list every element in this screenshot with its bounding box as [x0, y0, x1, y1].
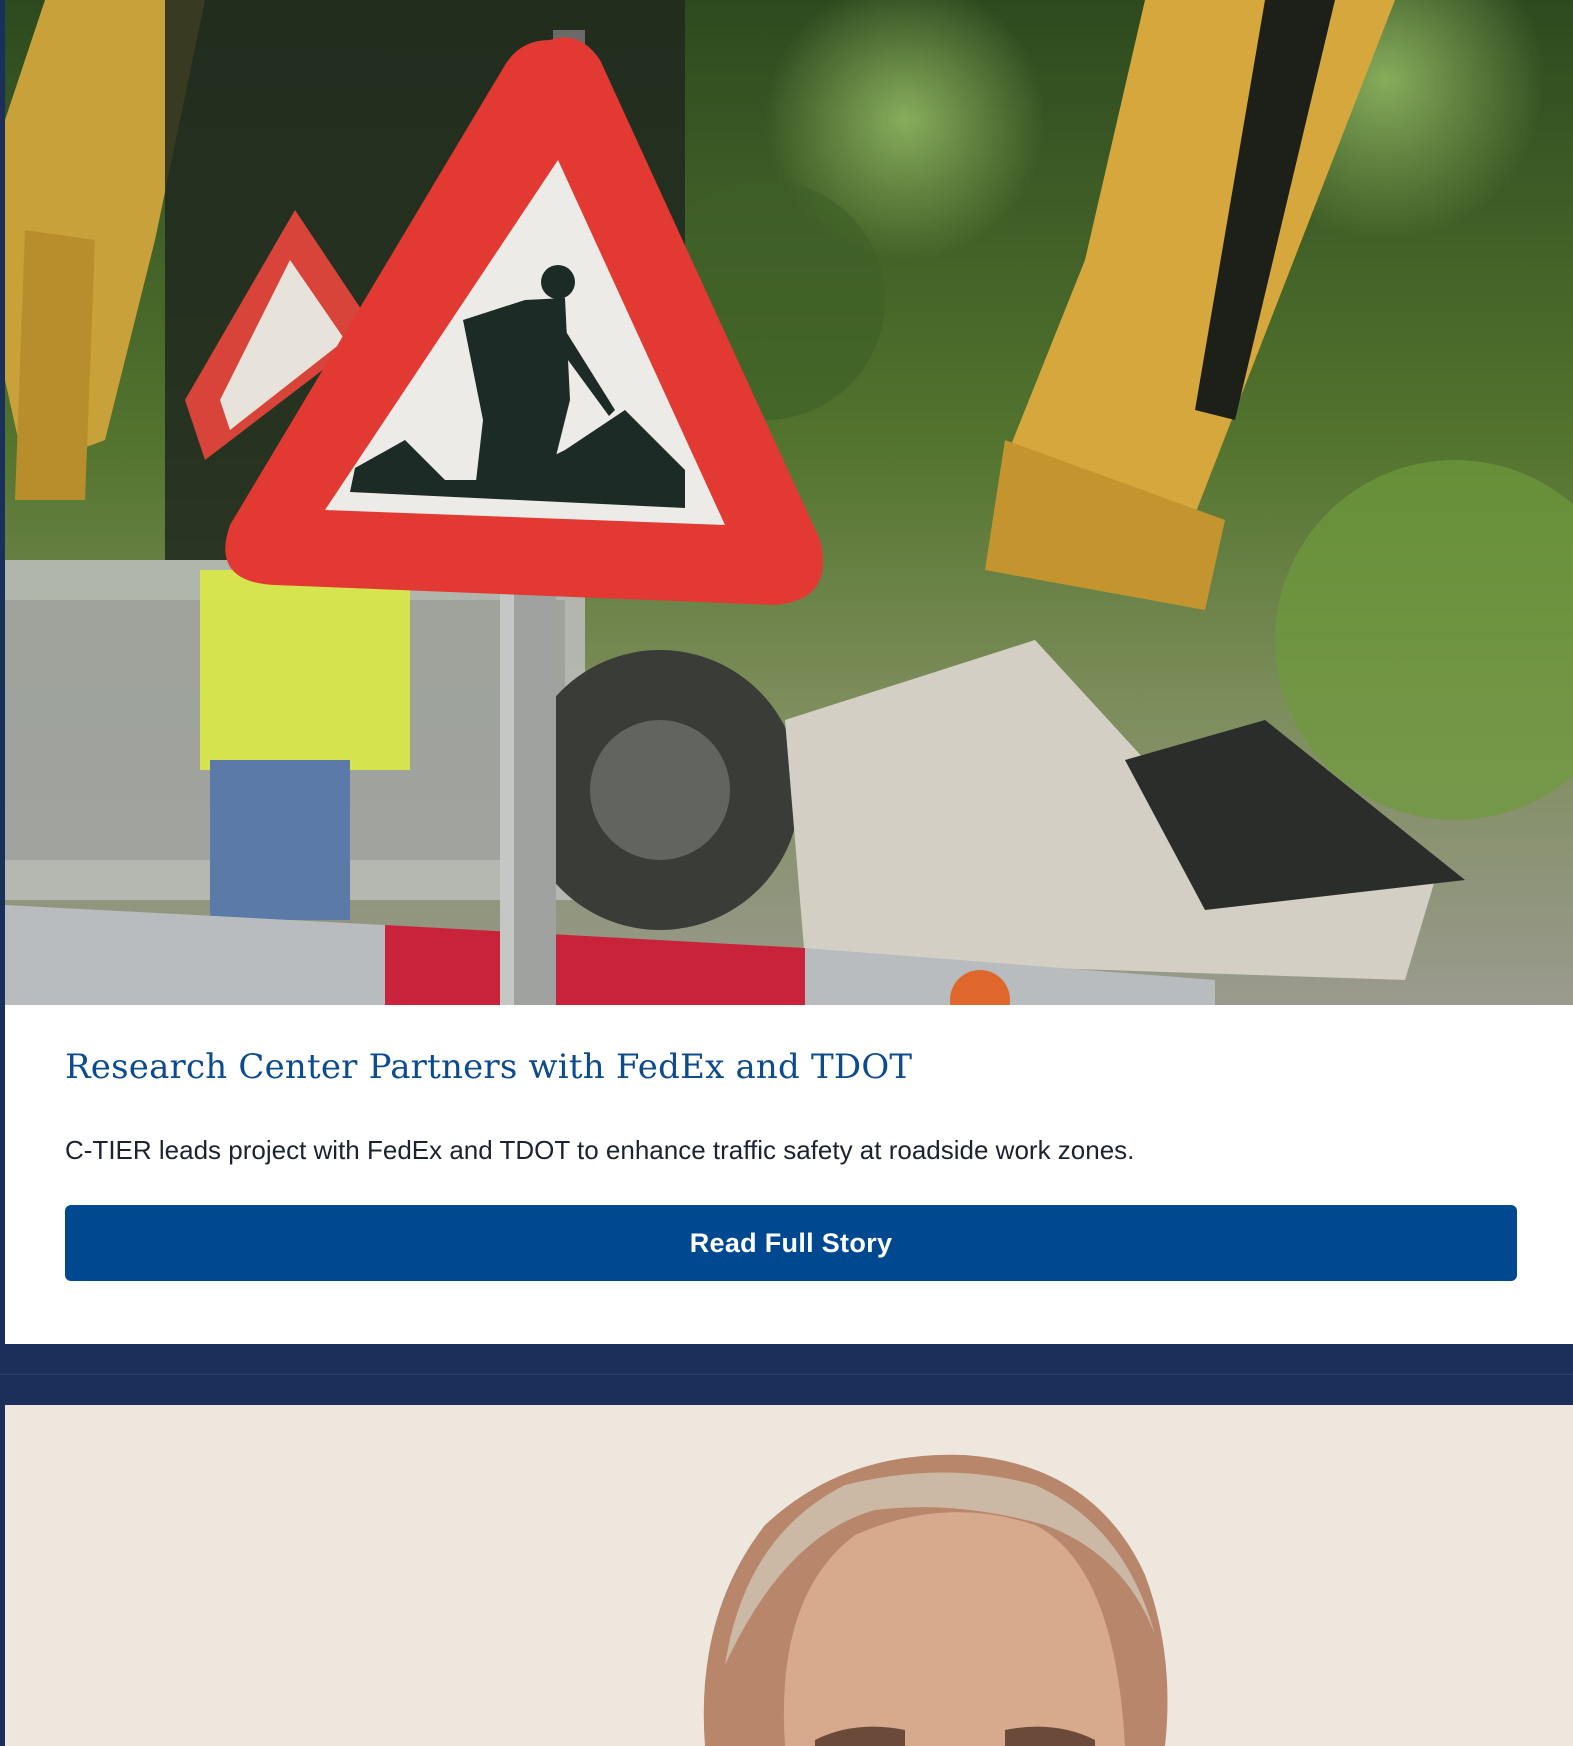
story-card: Research Center Partners with FedEx and … [5, 0, 1573, 1344]
read-full-story-button[interactable]: Read Full Story [65, 1205, 1517, 1281]
news-feed: Research Center Partners with FedEx and … [0, 0, 1573, 1746]
divider [0, 1374, 1573, 1375]
story-title[interactable]: Research Center Partners with FedEx and … [65, 1005, 1517, 1089]
story-body: Research Center Partners with FedEx and … [65, 1005, 1517, 1281]
story-image[interactable] [5, 0, 1573, 1005]
story-card [5, 1405, 1573, 1746]
story-summary: C-TIER leads project with FedEx and TDOT… [65, 1135, 1135, 1165]
story-image[interactable] [5, 1405, 1573, 1746]
